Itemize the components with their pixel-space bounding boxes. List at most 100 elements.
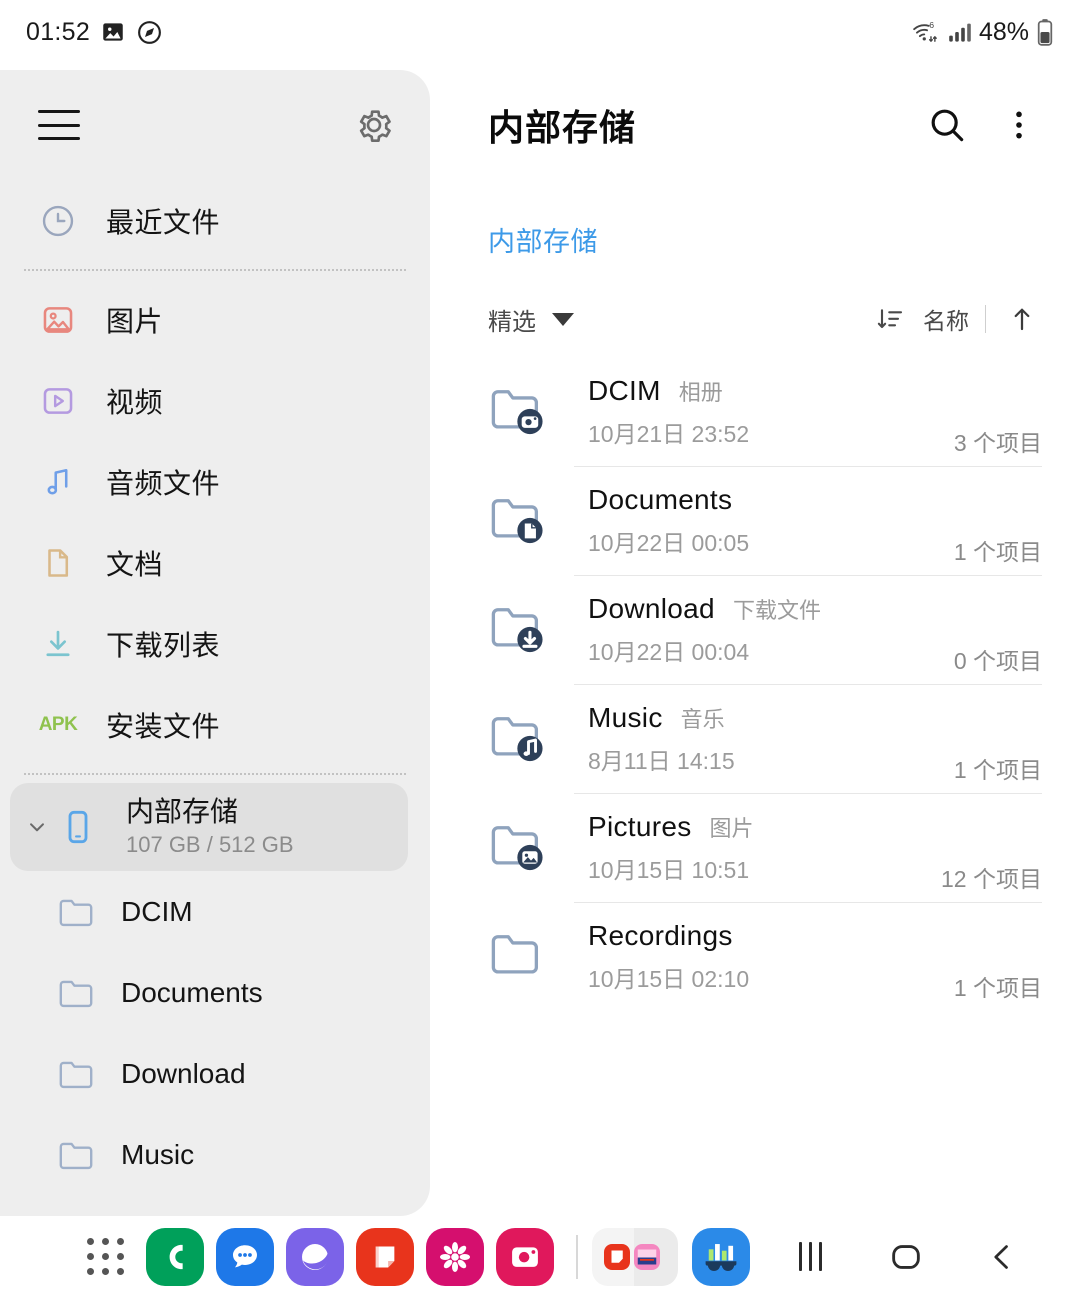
file-title-row: Download 下载文件 [588, 593, 954, 625]
table-row[interactable]: Documents 10月22日 00:05 1 个项目 [488, 466, 1042, 575]
sort-divider [985, 305, 986, 333]
speed-boost-icon [138, 20, 161, 44]
hamburger-menu-icon[interactable] [38, 110, 80, 140]
file-date: 10月21日 23:52 [588, 420, 750, 447]
android-nav-buttons [762, 1222, 1080, 1292]
header-actions [924, 102, 1042, 148]
file-alias: 下载文件 [732, 597, 821, 623]
file-item-count: 1 个项目 [953, 975, 1042, 1001]
folder-download-icon [488, 599, 550, 661]
gear-icon[interactable] [354, 105, 394, 145]
file-title-row: Music 音乐 [588, 702, 954, 734]
main-header: 内部存储 [430, 70, 1080, 180]
home-square-icon [892, 1244, 920, 1269]
svg-text:6: 6 [929, 20, 934, 30]
page-title: 内部存储 [488, 107, 637, 148]
sidebar-subfolder-download[interactable]: Download [0, 1033, 430, 1114]
phone-app[interactable] [146, 1227, 204, 1286]
sidebar-subfolder-dcim[interactable]: DCIM [0, 871, 430, 952]
table-row[interactable]: Recordings 10月15日 02:10 1 个项目 [488, 902, 1042, 1011]
folder-icon [488, 926, 550, 988]
chat-bubble-icon [233, 1244, 257, 1267]
chevron-down-icon[interactable] [20, 814, 54, 840]
table-row[interactable]: Pictures 图片 10月15日 10:51 12 个项目 [488, 793, 1042, 902]
back-chevron-icon [994, 1244, 1008, 1269]
messages-app[interactable] [216, 1227, 274, 1286]
note-icon [375, 1246, 395, 1267]
gallery-app[interactable] [426, 1227, 484, 1286]
sidebar-panel: 最近文件 图片 视频 音频文件 文档 下载列表 APK 安装文件 内部存储 10… [0, 70, 430, 1216]
subfolder-label: DCIM [121, 895, 193, 927]
browser-icon [302, 1243, 329, 1270]
phone-icon [58, 807, 98, 847]
sidebar-divider-top [24, 269, 406, 271]
sidebar-item-recent[interactable]: 最近文件 [0, 180, 430, 261]
caret-down-icon [552, 312, 574, 326]
home-button[interactable] [858, 1222, 954, 1292]
recents-button[interactable] [762, 1222, 858, 1292]
image-icon [38, 300, 78, 340]
sidebar-item-audio[interactable]: 音频文件 [0, 441, 430, 522]
file-title-row: DCIM 相册 [588, 375, 954, 407]
sidebar-item-apk[interactable]: APK 安装文件 [0, 684, 430, 765]
internet-app[interactable] [286, 1227, 344, 1286]
breadcrumb-item-internal-storage[interactable]: 内部存储 [488, 227, 598, 257]
file-date: 10月22日 00:05 [588, 529, 750, 556]
sidebar-item-label: 下载列表 [106, 629, 221, 661]
subfolder-label: Documents [121, 976, 263, 1008]
recents-bars-icon [798, 1242, 822, 1271]
sidebar-item-label: 最近文件 [106, 206, 221, 238]
dock-bar [0, 1216, 1080, 1297]
folder-icon [57, 1058, 95, 1090]
table-row[interactable]: Music 音乐 8月11日 14:15 1 个项目 [488, 684, 1042, 793]
battery-percent-text: 48% [978, 17, 1029, 46]
sidebar-item-documents[interactable]: 文档 [0, 522, 430, 603]
file-manager-screen: 01:52 6 48% 最近文件 图片 视频 音频文件 文档 下载列表 APK … [0, 0, 1080, 1297]
data-glasses-app[interactable] [692, 1227, 750, 1286]
file-title-row: Recordings [588, 920, 954, 952]
notes-app[interactable] [356, 1227, 414, 1286]
clock-icon [38, 201, 78, 241]
back-button[interactable] [954, 1222, 1050, 1292]
table-row[interactable]: Download 下载文件 10月22日 00:04 0 个项目 [488, 575, 1042, 684]
filter-label: 精选 [488, 308, 536, 336]
sidebar-item-downloads[interactable]: 下载列表 [0, 603, 430, 684]
storage-text-block: 内部存储 107 GB / 512 GB [126, 796, 294, 857]
file-alias: 相册 [678, 379, 723, 405]
sidebar-subfolder-documents[interactable]: Documents [0, 952, 430, 1033]
file-title-row: Documents [588, 484, 954, 516]
more-vertical-icon[interactable] [996, 102, 1042, 148]
app-drawer-button[interactable] [76, 1228, 134, 1286]
sidebar-item-images[interactable]: 图片 [0, 279, 430, 360]
sidebar-item-label: 图片 [106, 305, 164, 337]
recent-apps-pair[interactable] [592, 1227, 678, 1286]
folder-icon [57, 977, 95, 1009]
file-alias: 音乐 [680, 706, 725, 732]
status-bar-right: 6 48% [911, 18, 1054, 47]
sidebar-divider-bottom [24, 773, 406, 775]
filter-dropdown[interactable]: 精选 [488, 302, 574, 337]
folder-icon [57, 1139, 95, 1171]
file-item-count: 0 个项目 [953, 648, 1042, 674]
apk-icon: APK [38, 713, 78, 735]
dock-divider [576, 1234, 578, 1279]
sidebar-item-internal-storage[interactable]: 内部存储 107 GB / 512 GB [10, 783, 408, 871]
sidebar-subfolder-music[interactable]: Music [0, 1114, 430, 1195]
battery-icon [1037, 19, 1053, 46]
search-icon[interactable] [924, 102, 970, 148]
sort-key-label[interactable]: 名称 [923, 302, 969, 336]
note-icon [604, 1243, 630, 1270]
flower-icon [439, 1241, 471, 1272]
sort-descending-icon[interactable] [873, 302, 907, 336]
file-date: 8月11日 14:15 [588, 747, 735, 774]
sort-controls: 名称 [873, 299, 1042, 339]
music-note-icon [38, 462, 78, 502]
table-row[interactable]: DCIM 相册 10月21日 23:52 3 个项目 [488, 357, 1042, 466]
sidebar-item-videos[interactable]: 视频 [0, 360, 430, 441]
camera-app[interactable] [496, 1227, 554, 1286]
file-title-row: Pictures 图片 [588, 811, 941, 843]
folder-image-icon [488, 817, 550, 879]
file-name: Pictures [588, 810, 692, 842]
arrow-up-icon[interactable] [1002, 299, 1042, 339]
video-icon [38, 381, 78, 421]
